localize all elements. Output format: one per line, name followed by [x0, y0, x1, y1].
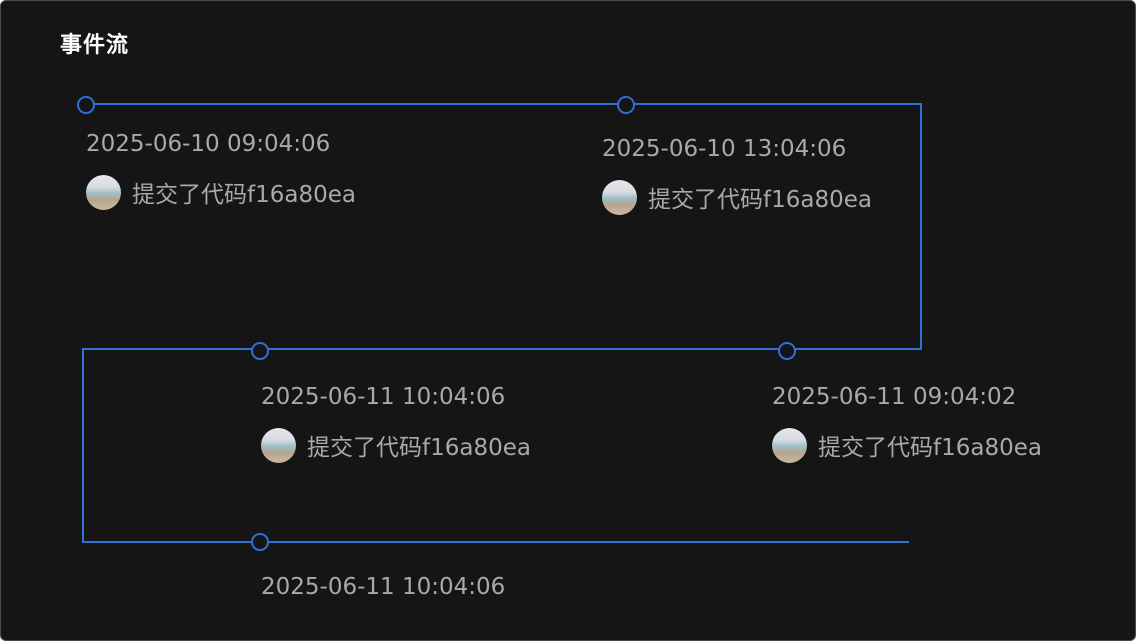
user-avatar — [86, 174, 121, 210]
user-avatar — [261, 427, 296, 463]
event-description-row: 提交了代码f16a80ea — [602, 179, 872, 215]
event-time: 2025-06-10 09:04:06 — [86, 131, 331, 157]
event-time: 2025-06-11 10:04:06 — [261, 384, 506, 410]
event-description: 提交了代码f16a80ea — [648, 187, 872, 213]
user-avatar — [772, 427, 807, 463]
timeline-node — [251, 342, 269, 360]
event-time: 2025-06-11 10:04:06 — [261, 574, 506, 600]
timeline-event: 2025-06-10 09:04:06 提交了代码f16a80ea — [86, 129, 356, 210]
event-flow-panel: 事件流 2025-06-10 09:04:06 提交了代码f16a80ea 20… — [0, 0, 1136, 641]
timeline-node — [778, 342, 796, 360]
timeline-event: 2025-06-10 13:04:06 提交了代码f16a80ea — [602, 134, 872, 215]
timeline-event: 2025-06-11 10:04:06 — [261, 572, 505, 602]
event-description-row: 提交了代码f16a80ea — [261, 427, 531, 463]
timeline-node — [77, 96, 95, 114]
timeline-event: 2025-06-11 10:04:06 提交了代码f16a80ea — [261, 382, 531, 463]
event-description-row: 提交了代码f16a80ea — [86, 174, 356, 210]
event-description: 提交了代码f16a80ea — [307, 435, 531, 461]
event-time: 2025-06-10 13:04:06 — [602, 136, 847, 162]
timeline-node — [617, 96, 635, 114]
timeline-path — [77, 96, 922, 551]
event-description: 提交了代码f16a80ea — [132, 182, 356, 208]
user-avatar — [602, 179, 637, 215]
event-description-row: 提交了代码f16a80ea — [772, 427, 1042, 463]
timeline-event: 2025-06-11 09:04:02 提交了代码f16a80ea — [772, 382, 1042, 463]
event-time: 2025-06-11 09:04:02 — [772, 384, 1017, 410]
event-description: 提交了代码f16a80ea — [818, 435, 1042, 461]
timeline-node — [251, 533, 269, 551]
